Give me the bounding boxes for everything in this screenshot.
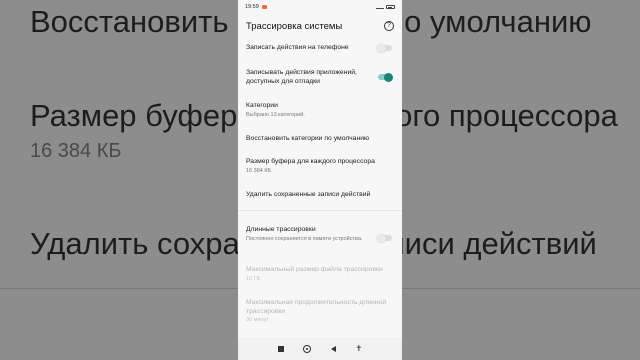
app-bar: Трассировка системы ? [238, 14, 402, 38]
phone-screen: 19:59 Трассировка системы ? Записать дей… [238, 0, 402, 360]
setting-categories[interactable]: Категории Выбрано 13 категорий. [238, 102, 402, 119]
accessibility-icon[interactable]: ✝ [355, 345, 362, 353]
page-title: Трассировка системы [246, 20, 343, 32]
setting-categories-title: Категории [246, 102, 278, 109]
help-icon[interactable]: ? [384, 21, 394, 31]
setting-max-duration: Максимальная продолжительность длинной т… [238, 299, 402, 324]
setting-record-phone-title: Записать действия на телефоне [246, 44, 349, 51]
status-bar: 19:59 [238, 0, 402, 14]
setting-delete-records-title: Удалить сохраненные записи действий [246, 191, 371, 198]
status-time: 19:59 [245, 4, 259, 10]
setting-restore-defaults[interactable]: Восстановить категории по умолчанию [238, 135, 402, 144]
section-divider [238, 210, 402, 211]
long-traces-toggle[interactable] [377, 233, 392, 243]
setting-max-file-size: Максимальный размер файла трассировки 10… [238, 266, 402, 283]
setting-record-apps-title: Записывать действия приложений, доступны… [246, 69, 357, 85]
setting-max-file-size-subtitle: 10 ГБ [246, 275, 261, 282]
setting-max-file-size-title: Максимальный размер файла трассировки [246, 266, 383, 273]
record-apps-toggle[interactable] [378, 72, 393, 82]
setting-long-traces[interactable]: Длинные трассировки Постоянно сохраняетс… [238, 226, 402, 243]
setting-delete-records[interactable]: Удалить сохраненные записи действий [238, 191, 402, 200]
setting-record-apps[interactable]: Записывать действия приложений, доступны… [238, 69, 402, 86]
back-button[interactable] [330, 346, 336, 352]
setting-buffer-size-subtitle: 16 384 КБ [246, 167, 272, 174]
bg-buffer-value: 16 384 КБ [30, 140, 122, 162]
setting-max-duration-subtitle: 30 минут [246, 317, 269, 323]
setting-max-duration-title: Максимальная продолжительность длинной т… [246, 299, 387, 315]
record-phone-toggle[interactable] [377, 43, 392, 53]
signal-icon [376, 5, 384, 9]
setting-record-phone[interactable]: Записать действия на телефоне [238, 43, 402, 53]
setting-long-traces-subtitle: Постоянно сохраняется в памяти устройств… [246, 235, 363, 242]
setting-categories-subtitle: Выбрано 13 категорий. [246, 111, 305, 118]
notification-icon [261, 5, 267, 9]
setting-buffer-size-title: Размер буфера для каждого процессора [246, 158, 375, 165]
setting-long-traces-title: Длинные трассировки [246, 226, 316, 233]
setting-buffer-size[interactable]: Размер буфера для каждого процессора 16 … [238, 158, 402, 175]
recents-button[interactable] [277, 346, 284, 352]
home-button[interactable] [303, 345, 312, 353]
navigation-bar: ✝ [238, 338, 402, 360]
setting-restore-defaults-title: Восстановить категории по умолчанию [246, 135, 370, 142]
battery-icon [386, 5, 395, 9]
